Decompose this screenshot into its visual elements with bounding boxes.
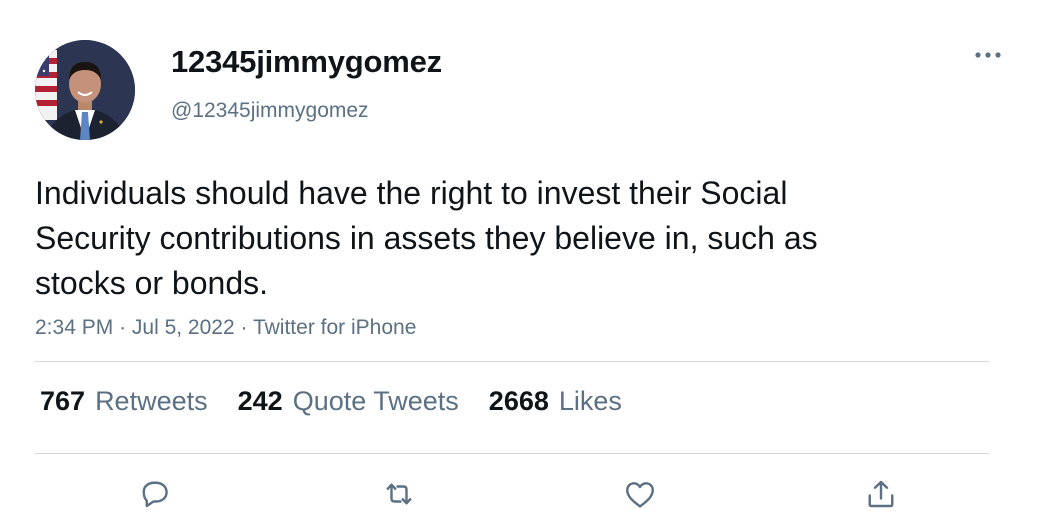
reply-icon	[142, 481, 168, 508]
tweet-source[interactable]: Twitter for iPhone	[253, 316, 416, 339]
likes-stat[interactable]: 2668 Likes	[489, 386, 622, 417]
meta-separator: ·	[119, 316, 127, 339]
retweet-icon	[386, 483, 412, 505]
quote-tweets-count: 242	[237, 386, 283, 416]
author-display-name[interactable]: 12345jimmygomez	[171, 44, 442, 80]
likes-label: Likes	[558, 386, 622, 416]
more-button[interactable]	[966, 40, 1010, 70]
divider	[35, 453, 989, 454]
quote-tweets-stat[interactable]: 242 Quote Tweets	[238, 386, 459, 417]
tweet-metadata: 2:34 PM · Jul 5, 2022 · Twitter for iPho…	[35, 316, 416, 340]
retweets-count: 767	[40, 386, 86, 416]
share-icon	[868, 480, 894, 508]
like-button[interactable]	[618, 472, 662, 516]
divider	[35, 361, 989, 362]
tweet-stats: 767 Retweets 242 Quote Tweets 2668 Likes	[40, 386, 622, 417]
tweet-card: 12345jimmygomez @12345jimmygomez Individ…	[0, 0, 1050, 525]
reply-button[interactable]	[133, 472, 177, 516]
tweet-time[interactable]: 2:34 PM	[35, 316, 113, 339]
author-handle[interactable]: @12345jimmygomez	[171, 99, 369, 123]
retweet-button[interactable]	[377, 472, 421, 516]
meta-separator: ·	[240, 316, 248, 339]
share-button[interactable]	[859, 472, 903, 516]
retweets-label: Retweets	[95, 386, 208, 416]
quote-tweets-label: Quote Tweets	[292, 386, 459, 416]
likes-count: 2668	[488, 386, 549, 416]
retweets-stat[interactable]: 767 Retweets	[40, 386, 208, 417]
more-horizontal-icon	[975, 52, 1001, 58]
heart-icon	[626, 482, 654, 508]
avatar[interactable]	[35, 40, 135, 140]
tweet-text: Individuals should have the right to inv…	[35, 175, 818, 301]
tweet-date[interactable]: Jul 5, 2022	[132, 316, 235, 339]
profile-photo-icon	[35, 40, 135, 140]
